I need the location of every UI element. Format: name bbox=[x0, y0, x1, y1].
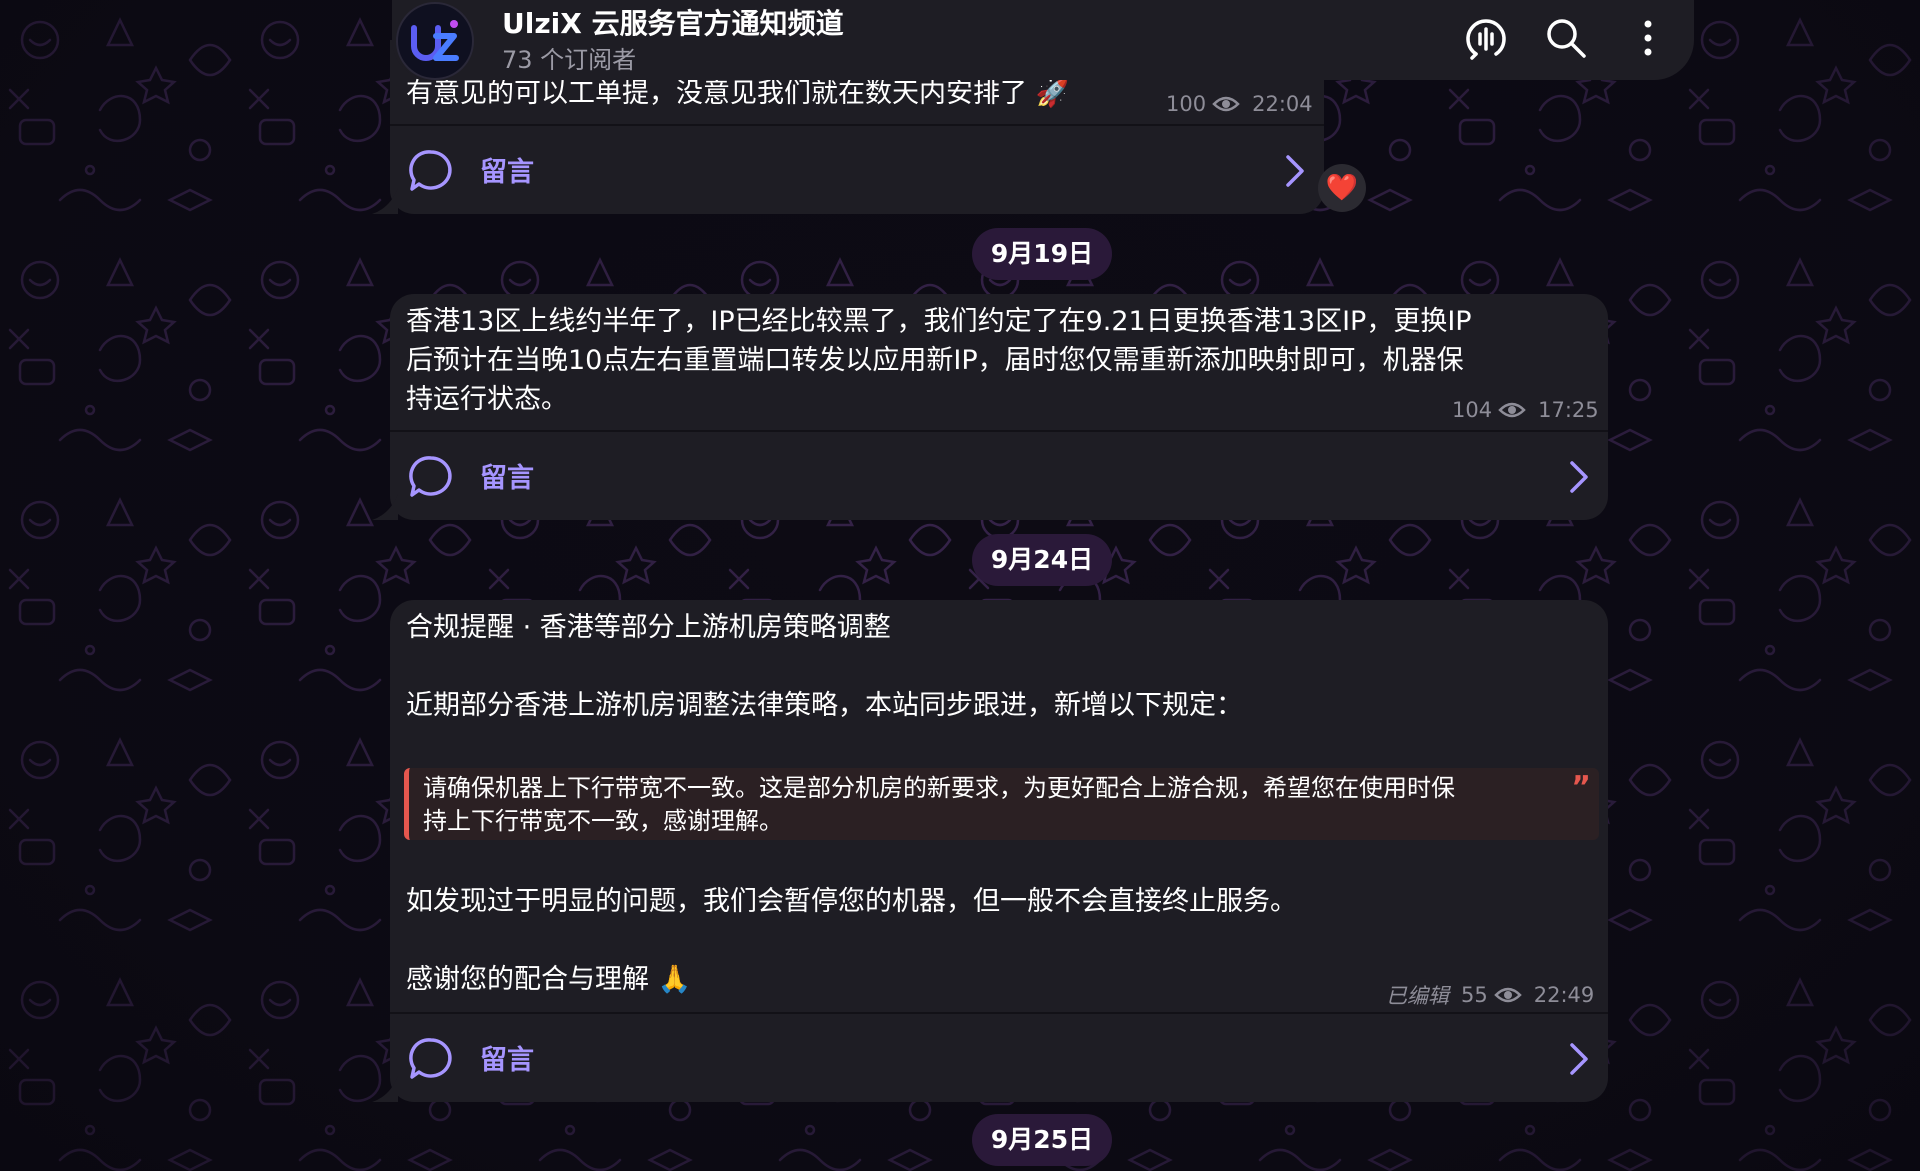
message-bubble-3[interactable] bbox=[390, 600, 1608, 1102]
chevron-right-icon[interactable] bbox=[1566, 1041, 1592, 1077]
edited-label: 已编辑 bbox=[1386, 984, 1449, 1008]
comment-bubble-icon[interactable] bbox=[408, 454, 454, 500]
message-line-2: 后预计在当晚10点左右重置端口转发以应用新IP，届时您仅需重新添加映射即可，机器… bbox=[406, 345, 1464, 376]
view-count: 55 bbox=[1461, 983, 1488, 1007]
search-icon[interactable] bbox=[1542, 14, 1590, 62]
subscriber-count: 73 个订阅者 bbox=[502, 46, 637, 74]
date-separator: 9月25日 bbox=[972, 1114, 1112, 1166]
eye-icon bbox=[1498, 402, 1526, 418]
quote-line-2: 持上下行带宽不一致，感谢理解。 bbox=[423, 807, 783, 835]
comment-divider bbox=[390, 124, 1324, 126]
message-intro: 近期部分香港上游机房调整法律策略，本站同步跟进，新增以下规定： bbox=[406, 690, 1243, 721]
more-vert-icon[interactable] bbox=[1624, 14, 1672, 62]
message-line-3: 持运行状态。 bbox=[406, 384, 568, 415]
message-meta: 100 22:04 bbox=[1166, 92, 1313, 116]
eye-icon bbox=[1212, 96, 1240, 112]
channel-avatar[interactable] bbox=[396, 2, 474, 80]
message-bubble-2[interactable]: 香港13区上线约半年了，IP已经比较黑了，我们约定了在9.21日更换香港13区I… bbox=[390, 294, 1608, 520]
comment-button[interactable]: 留言 bbox=[480, 456, 534, 495]
comment-button[interactable]: 留言 bbox=[480, 150, 534, 189]
message-title: 合规提醒 · 香港等部分上游机房策略调整 bbox=[406, 612, 891, 643]
comment-divider bbox=[390, 1012, 1608, 1014]
view-count: 100 bbox=[1166, 92, 1207, 116]
bubble-tail bbox=[372, 494, 398, 520]
message-meta: 已编辑 55 22:49 bbox=[1386, 980, 1594, 1010]
date-separator: 9月19日 bbox=[972, 228, 1112, 280]
channel-header[interactable]: UlziX 云服务官方通知频道 73 个订阅者 bbox=[392, 0, 1694, 80]
chevron-right-icon[interactable] bbox=[1282, 153, 1308, 189]
ulzix-logo-icon bbox=[411, 20, 459, 61]
message-thanks: 感谢您的配合与理解 🙏 bbox=[406, 964, 692, 995]
quote-mark-icon: ” bbox=[1571, 770, 1591, 805]
chevron-right-icon[interactable] bbox=[1566, 459, 1592, 495]
comment-button[interactable]: 留言 bbox=[480, 1038, 534, 1077]
channel-title[interactable]: UlziX 云服务官方通知频道 bbox=[502, 2, 844, 42]
comment-bubble-icon[interactable] bbox=[408, 148, 454, 194]
bubble-tail bbox=[372, 188, 398, 214]
comment-divider bbox=[390, 430, 1608, 432]
eye-icon bbox=[1493, 987, 1522, 1003]
message-time: 22:49 bbox=[1533, 983, 1595, 1007]
message-time: 17:25 bbox=[1538, 398, 1599, 422]
comment-bubble-icon[interactable] bbox=[408, 1036, 454, 1082]
date-separator: 9月24日 bbox=[972, 534, 1112, 586]
quote-line-1: 请确保机器上下行带宽不一致。这是部分机房的新要求，为更好配合上游合规，希望您在使… bbox=[423, 774, 1455, 802]
message-paragraph: 如发现过于明显的问题，我们会暂停您的机器，但一般不会直接终止服务。 bbox=[406, 886, 1297, 917]
live-stream-icon[interactable] bbox=[1462, 14, 1510, 62]
view-count: 104 bbox=[1452, 398, 1493, 422]
message-meta: 104 17:25 bbox=[1452, 398, 1599, 422]
message-line-1: 香港13区上线约半年了，IP已经比较黑了，我们约定了在9.21日更换香港13区I… bbox=[406, 306, 1472, 337]
blockquote: 请确保机器上下行带宽不一致。这是部分机房的新要求，为更好配合上游合规，希望您在使… bbox=[404, 768, 1599, 840]
heart-reaction[interactable]: ❤️ bbox=[1318, 164, 1366, 212]
bubble-tail bbox=[372, 1076, 398, 1102]
message-time: 22:04 bbox=[1252, 92, 1313, 116]
